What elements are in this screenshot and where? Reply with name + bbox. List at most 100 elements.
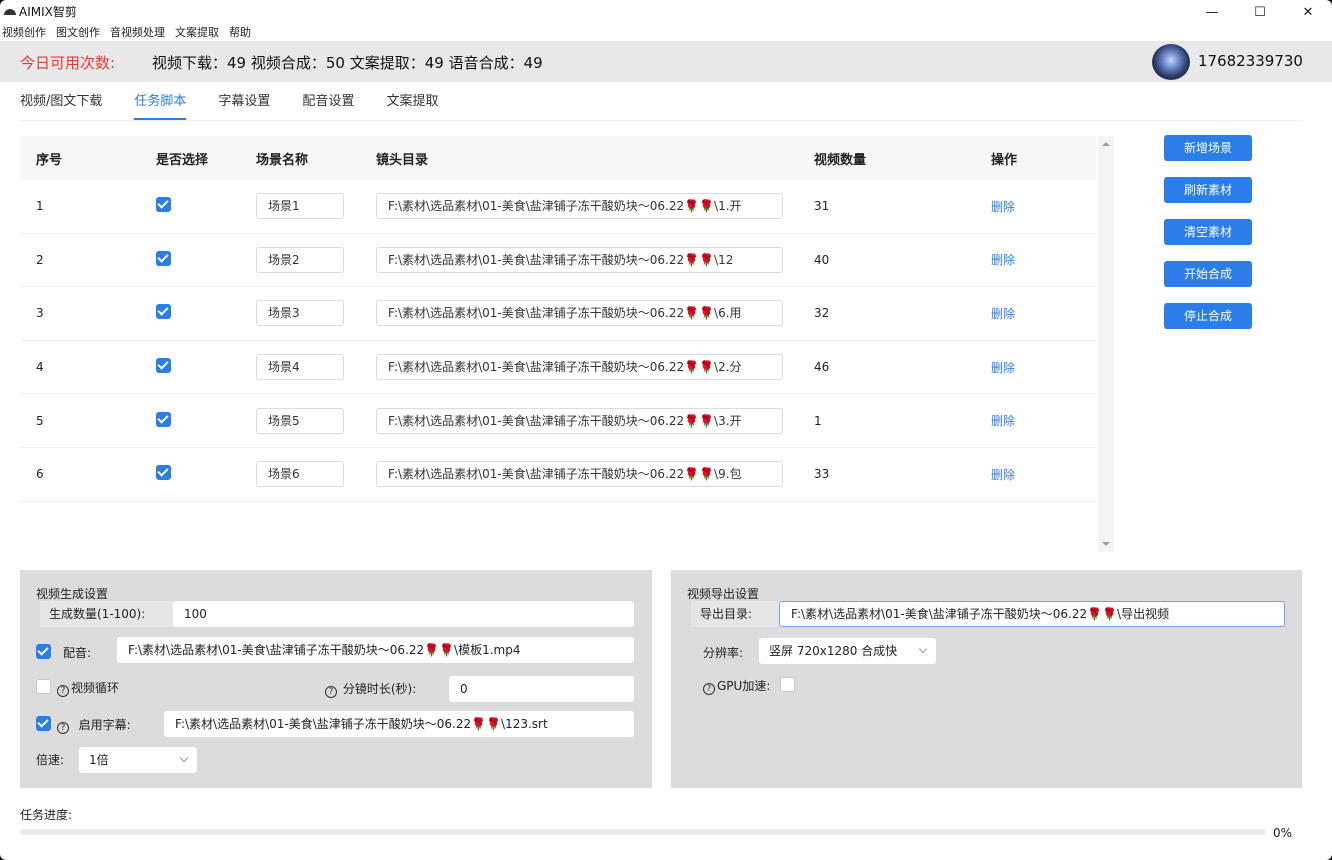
tab-dubbing-settings[interactable]: 配音设置 [302, 94, 354, 122]
row-index: 3 [36, 306, 44, 321]
subtitle-label: ? 启用字幕: [57, 716, 131, 734]
shot-duration-input[interactable]: 0 [449, 676, 634, 702]
video-count: 31 [814, 199, 830, 214]
shot-duration-label: ? 分镜时长(秒): [325, 680, 416, 698]
quota-bar: 今日可用次数: 视频下载：49 视频合成：50 文案提取：49 语音合成：49 … [0, 41, 1332, 82]
quota-label: 今日可用次数: [20, 54, 116, 72]
scroll-down-icon[interactable] [1102, 542, 1110, 546]
delete-link[interactable]: 删除 [991, 307, 1015, 321]
gpu-checkbox[interactable] [780, 677, 795, 692]
row-select-checkbox[interactable] [156, 411, 171, 427]
clear-material-button[interactable]: 清空素材 [1164, 219, 1252, 245]
help-icon[interactable]: ? [325, 686, 337, 698]
header-index: 序号 [36, 152, 63, 168]
dub-path-input[interactable]: F:\素材\选品素材\01-美食\盐津铺子冻干酸奶块～06.22🌹🌹\模板1.m… [117, 637, 634, 663]
scene-name-input[interactable]: 场景4 [256, 354, 344, 381]
gpu-label: ? GPU加速: [703, 677, 770, 695]
delete-link[interactable]: 删除 [991, 361, 1015, 375]
loop-checkbox[interactable] [36, 679, 51, 694]
speed-select[interactable]: 1倍 [79, 747, 197, 773]
start-compose-button[interactable]: 开始合成 [1164, 261, 1252, 287]
header-scene-name: 场景名称 [256, 152, 309, 168]
scene-name-input[interactable]: 场景2 [256, 246, 344, 273]
resolution-select-value: 竖屏 720x1280 合成快 [769, 644, 898, 658]
header-shot-dir: 镜头目录 [376, 152, 429, 168]
help-icon[interactable]: ? [57, 685, 69, 697]
delete-link[interactable]: 删除 [991, 414, 1015, 428]
add-scene-button[interactable]: 新增场景 [1164, 135, 1252, 161]
menu-video-create[interactable]: 视频创作 [2, 24, 46, 41]
shot-dir-input[interactable]: F:\素材\选品素材\01-美食\盐津铺子冻干酸奶块～06.22🌹🌹\2.分 [376, 354, 783, 381]
table-row: 4 场景4 F:\素材\选品素材\01-美食\盐津铺子冻干酸奶块～06.22🌹🌹… [20, 341, 1096, 395]
menu-text-extract[interactable]: 文案提取 [175, 24, 219, 41]
menu-av-processing[interactable]: 音视频处理 [110, 24, 165, 41]
resolution-select[interactable]: 竖屏 720x1280 合成快 [759, 638, 936, 664]
video-gen-panel: 视频生成设置 生成数量(1-100): 100 配音: F:\素材\选品素材\0… [20, 570, 652, 788]
refresh-material-button[interactable]: 刷新素材 [1164, 177, 1252, 203]
table-scrollbar[interactable] [1098, 136, 1114, 552]
video-count: 46 [814, 360, 830, 375]
scene-name-input[interactable]: 场景5 [256, 407, 344, 434]
minimize-icon[interactable]: — [1188, 0, 1236, 24]
video-count: 33 [814, 467, 830, 482]
row-select-checkbox[interactable] [156, 304, 171, 320]
quota-values: 视频下载：49 视频合成：50 文案提取：49 语音合成：49 [152, 54, 543, 72]
avatar[interactable] [1152, 44, 1190, 80]
tab-subtitle-settings[interactable]: 字幕设置 [218, 94, 270, 122]
gen-count-input[interactable]: 100 [173, 601, 634, 627]
table-row: 3 场景3 F:\素材\选品素材\01-美食\盐津铺子冻干酸奶块～06.22🌹🌹… [20, 287, 1096, 341]
loop-label-text: 视频循环 [71, 681, 120, 695]
scroll-up-icon[interactable] [1102, 142, 1110, 146]
tab-text-extract[interactable]: 文案提取 [386, 94, 438, 122]
video-export-panel: 视频导出设置 导出目录: F:\素材\选品素材\01-美食\盐津铺子冻干酸奶块～… [671, 570, 1302, 788]
gen-count-label: 生成数量(1-100): [40, 601, 188, 627]
dub-checkbox[interactable] [36, 644, 51, 659]
delete-link[interactable]: 删除 [991, 253, 1015, 267]
subtitle-path-input[interactable]: F:\素材\选品素材\01-美食\盐津铺子冻干酸奶块～06.22🌹🌹\123.s… [164, 711, 634, 737]
subtitle-checkbox[interactable] [36, 716, 51, 731]
close-icon[interactable]: ✕ [1284, 0, 1332, 24]
shot-dir-input[interactable]: F:\素材\选品素材\01-美食\盐津铺子冻干酸奶块～06.22🌹🌹\3.开 [376, 407, 783, 434]
chevron-down-icon [179, 753, 189, 763]
table-row: 2 场景2 F:\素材\选品素材\01-美食\盐津铺子冻干酸奶块～06.22🌹🌹… [20, 234, 1096, 288]
user-phone: 17682339730 [1198, 52, 1303, 70]
row-select-checkbox[interactable] [156, 358, 171, 374]
app-logo-icon [4, 7, 16, 17]
shot-dir-input[interactable]: F:\素材\选品素材\01-美食\盐津铺子冻干酸奶块～06.22🌹🌹\6.用 [376, 300, 783, 327]
table-row: 5 场景5 F:\素材\选品素材\01-美食\盐津铺子冻干酸奶块～06.22🌹🌹… [20, 394, 1096, 448]
tab-divider [20, 120, 1302, 121]
help-icon[interactable]: ? [703, 683, 715, 695]
video-export-title: 视频导出设置 [687, 587, 760, 601]
delete-link[interactable]: 删除 [991, 468, 1015, 482]
maximize-icon[interactable]: ☐ [1236, 0, 1284, 24]
window-controls: — ☐ ✕ [1188, 0, 1332, 24]
resolution-label: 分辨率: [703, 646, 744, 660]
video-count: 40 [814, 252, 830, 267]
header-selected: 是否选择 [156, 152, 209, 168]
export-dir-input[interactable]: F:\素材\选品素材\01-美食\盐津铺子冻干酸奶块～06.22🌹🌹\导出视频 [779, 601, 1285, 627]
delete-link[interactable]: 删除 [991, 200, 1015, 214]
shot-dir-input[interactable]: F:\素材\选品素材\01-美食\盐津铺子冻干酸奶块～06.22🌹🌹\1.开 [376, 193, 783, 220]
row-select-checkbox[interactable] [156, 250, 171, 266]
video-gen-title: 视频生成设置 [36, 587, 109, 601]
scene-name-input[interactable]: 场景6 [256, 461, 344, 488]
row-select-checkbox[interactable] [156, 197, 171, 213]
scene-name-input[interactable]: 场景3 [256, 300, 344, 327]
progress-bar [20, 829, 1266, 835]
row-index: 2 [36, 252, 44, 267]
menu-bar: 视频创作 图文创作 音视频处理 文案提取 帮助 [0, 24, 251, 41]
title-bar: AIMIX智剪 — ☐ ✕ [0, 0, 1332, 24]
tab-task-script[interactable]: 任务脚本 [134, 94, 187, 122]
header-action: 操作 [991, 152, 1018, 168]
menu-help[interactable]: 帮助 [229, 24, 251, 41]
menu-image-text-create[interactable]: 图文创作 [56, 24, 100, 41]
shot-dir-input[interactable]: F:\素材\选品素材\01-美食\盐津铺子冻干酸奶块～06.22🌹🌹\12 [376, 246, 783, 273]
stop-compose-button[interactable]: 停止合成 [1164, 303, 1252, 329]
row-select-checkbox[interactable] [156, 465, 171, 481]
scene-name-input[interactable]: 场景1 [256, 193, 344, 220]
subtitle-label-text: 启用字幕: [78, 718, 131, 732]
shot-dir-input[interactable]: F:\素材\选品素材\01-美食\盐津铺子冻干酸奶块～06.22🌹🌹\9.包 [376, 461, 783, 488]
help-icon[interactable]: ? [57, 722, 69, 734]
tab-bar: 视频/图文下载 任务脚本 字幕设置 配音设置 文案提取 [20, 94, 470, 122]
tab-download[interactable]: 视频/图文下载 [20, 94, 102, 122]
